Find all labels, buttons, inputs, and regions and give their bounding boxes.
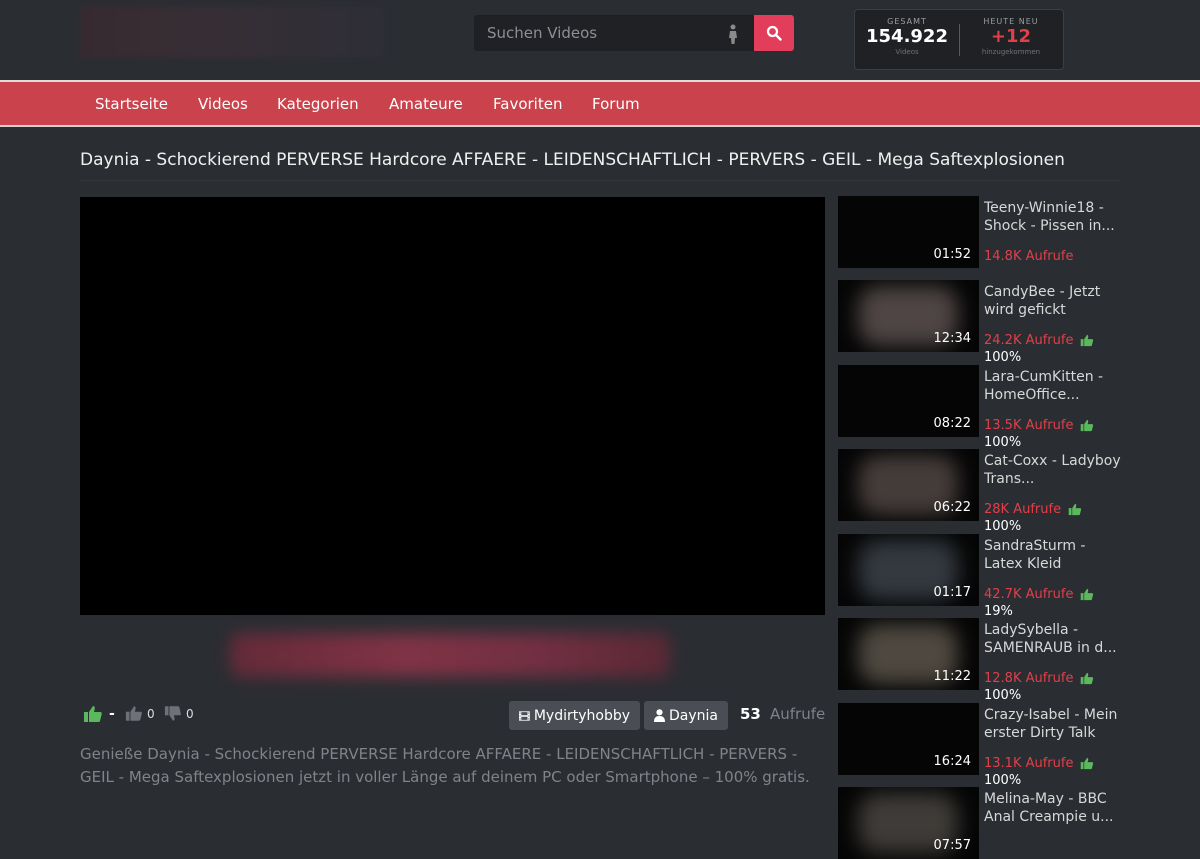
related-video-views: 28K Aufrufe bbox=[984, 502, 1082, 517]
thumbs-up-icon bbox=[84, 706, 102, 722]
studio-tag-button[interactable]: Mydirtyhobby bbox=[509, 701, 640, 730]
related-video-views: 14.8K Aufrufe bbox=[984, 249, 1074, 264]
related-video-title[interactable]: Lara-CumKitten - HomeOffice... bbox=[984, 368, 1122, 404]
thumbs-up-icon bbox=[125, 706, 142, 721]
related-video-title[interactable]: Crazy-Isabel - Mein erster Dirty Talk bbox=[984, 706, 1122, 742]
video-duration: 16:24 bbox=[933, 754, 971, 769]
video-duration: 07:57 bbox=[933, 838, 971, 853]
title-divider bbox=[80, 180, 1120, 181]
video-duration: 11:22 bbox=[933, 669, 971, 684]
site-logo[interactable] bbox=[80, 6, 385, 58]
views-count: 53 bbox=[740, 705, 761, 723]
related-video-title[interactable]: Melina-May - BBC Anal Creampie u... bbox=[984, 790, 1122, 826]
video-thumbnail[interactable]: 08:22 bbox=[838, 365, 979, 437]
main-nav: Startseite Videos Kategorien Amateure Fa… bbox=[0, 80, 1200, 127]
thumbs-up-icon bbox=[1081, 672, 1094, 685]
related-video-views: 12.8K Aufrufe bbox=[984, 671, 1094, 686]
related-video-rating: 100% bbox=[984, 435, 1022, 450]
stat-total-value: 154.922 bbox=[866, 26, 948, 47]
nav-favoriten[interactable]: Favoriten bbox=[493, 95, 562, 113]
related-video-views: 13.1K Aufrufe bbox=[984, 756, 1094, 771]
stat-new-caption: HEUTE NEU bbox=[983, 17, 1039, 26]
search-bar bbox=[474, 15, 794, 51]
performer-tag-label: Daynia bbox=[669, 707, 718, 724]
stat-total: GESAMT 154.922 Videos bbox=[855, 10, 959, 69]
thumbs-down-icon bbox=[164, 706, 181, 721]
related-video-title[interactable]: SandraSturm - Latex Kleid bbox=[984, 537, 1122, 573]
nav-kategorien[interactable]: Kategorien bbox=[277, 95, 359, 113]
user-icon bbox=[654, 709, 665, 722]
stat-new-value: +12 bbox=[990, 26, 1032, 47]
related-video-title[interactable]: CandyBee - Jetzt wird gefickt bbox=[984, 283, 1122, 319]
video-thumbnail[interactable]: 06:22 bbox=[838, 449, 979, 521]
related-video-item[interactable]: 12:34 CandyBee - Jetzt wird gefickt 24.2… bbox=[838, 280, 1128, 365]
related-video-item[interactable]: 06:22 Cat-Coxx - Ladyboy Trans... 28K Au… bbox=[838, 449, 1128, 534]
views-label: Aufrufe bbox=[770, 705, 826, 723]
related-video-views: 42.7K Aufrufe bbox=[984, 587, 1094, 602]
video-title: Daynia - Schockierend PERVERSE Hardcore … bbox=[80, 150, 1065, 170]
related-video-title[interactable]: LadySybella - SAMENRAUB in d... bbox=[984, 621, 1122, 657]
site-header: GESAMT 154.922 Videos HEUTE NEU +12 hinz… bbox=[0, 0, 1200, 80]
ad-banner[interactable] bbox=[80, 615, 825, 695]
thumbs-up-icon bbox=[1081, 334, 1094, 347]
video-duration: 01:17 bbox=[933, 585, 971, 600]
video-duration: 01:52 bbox=[933, 247, 971, 262]
nav-amateure[interactable]: Amateure bbox=[389, 95, 463, 113]
thumbs-up-icon bbox=[1068, 503, 1082, 516]
studio-tag-label: Mydirtyhobby bbox=[533, 707, 630, 724]
video-duration: 06:22 bbox=[933, 500, 971, 515]
related-video-item[interactable]: 01:52 Teeny-Winnie18 - Shock - Pissen in… bbox=[838, 196, 1128, 268]
stat-new: HEUTE NEU +12 hinzugekommen bbox=[959, 10, 1063, 69]
related-video-title[interactable]: Teeny-Winnie18 - Shock - Pissen in... bbox=[984, 199, 1122, 235]
video-thumbnail[interactable]: 11:22 bbox=[838, 618, 979, 690]
related-video-rating: 100% bbox=[984, 519, 1022, 534]
person-silhouette-icon bbox=[729, 24, 737, 44]
performer-tag-button[interactable]: Daynia bbox=[644, 701, 728, 730]
related-video-item[interactable]: 08:22 Lara-CumKitten - HomeOffice... 13.… bbox=[838, 365, 1128, 450]
video-duration: 12:34 bbox=[933, 331, 971, 346]
video-thumbnail[interactable]: 07:57 bbox=[838, 787, 979, 859]
search-button[interactable] bbox=[754, 15, 794, 51]
dislike-button[interactable]: 0 bbox=[164, 705, 194, 722]
stat-total-caption: GESAMT bbox=[887, 17, 927, 26]
related-video-views: 24.2K Aufrufe bbox=[984, 333, 1094, 348]
related-video-item[interactable]: 01:17 SandraSturm - Latex Kleid 42.7K Au… bbox=[838, 534, 1128, 619]
nav-startseite[interactable]: Startseite bbox=[95, 95, 168, 113]
related-video-rating: 100% bbox=[984, 773, 1022, 788]
like-button[interactable]: 0 bbox=[125, 705, 155, 722]
thumbs-up-icon bbox=[1081, 757, 1094, 770]
video-thumbnail[interactable]: 12:34 bbox=[838, 280, 979, 352]
video-thumbnail[interactable]: 01:17 bbox=[838, 534, 979, 606]
video-thumbnail[interactable]: 01:52 bbox=[838, 196, 979, 268]
related-video-rating: 100% bbox=[984, 350, 1022, 365]
related-video-rating: 100% bbox=[984, 688, 1022, 703]
video-stats-box: GESAMT 154.922 Videos HEUTE NEU +12 hinz… bbox=[854, 9, 1064, 70]
rating-score[interactable]: - bbox=[83, 705, 115, 723]
like-count: 0 bbox=[147, 706, 155, 721]
related-video-item[interactable]: 07:57 Melina-May - BBC Anal Creampie u..… bbox=[838, 787, 1128, 859]
magnifier-icon bbox=[766, 25, 782, 41]
video-thumbnail[interactable]: 16:24 bbox=[838, 703, 979, 775]
video-duration: 08:22 bbox=[933, 416, 971, 431]
dislike-count: 0 bbox=[186, 706, 194, 721]
thumbs-up-icon bbox=[1081, 419, 1094, 432]
related-video-item[interactable]: 11:22 LadySybella - SAMENRAUB in d... 12… bbox=[838, 618, 1128, 703]
related-video-views: 13.5K Aufrufe bbox=[984, 418, 1094, 433]
stat-total-sub: Videos bbox=[895, 48, 919, 56]
related-video-rating: 19% bbox=[984, 604, 1013, 619]
thumbs-up-icon bbox=[1081, 588, 1094, 601]
video-player[interactable] bbox=[80, 197, 825, 615]
nav-videos[interactable]: Videos bbox=[198, 95, 248, 113]
film-icon bbox=[519, 710, 530, 721]
related-video-item[interactable]: 16:24 Crazy-Isabel - Mein erster Dirty T… bbox=[838, 703, 1128, 788]
rating-value: - bbox=[109, 706, 115, 722]
related-video-title[interactable]: Cat-Coxx - Ladyboy Trans... bbox=[984, 452, 1122, 488]
search-input[interactable] bbox=[474, 15, 754, 51]
stat-new-sub: hinzugekommen bbox=[981, 48, 1041, 56]
nav-forum[interactable]: Forum bbox=[592, 95, 640, 113]
video-description: Genieße Daynia - Schockierend PERVERSE H… bbox=[80, 745, 810, 786]
